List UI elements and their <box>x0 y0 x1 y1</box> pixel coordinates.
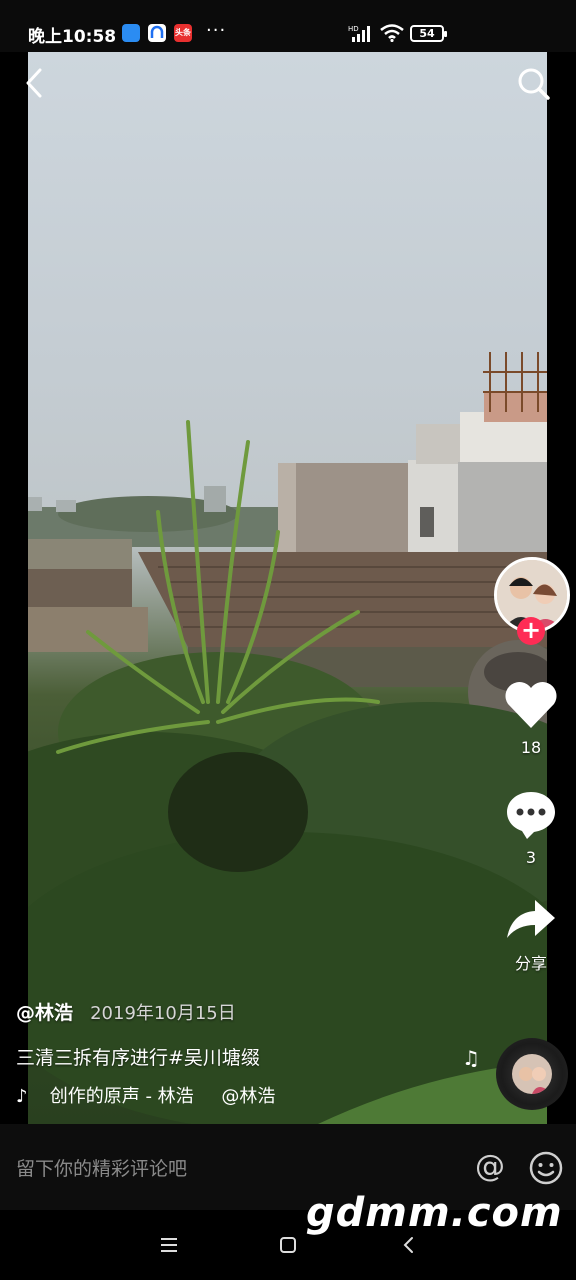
hd-label: HD <box>348 25 359 33</box>
emoji-button[interactable] <box>528 1150 564 1186</box>
mention-button[interactable]: @ <box>472 1150 508 1186</box>
app-browser-icon <box>148 24 166 42</box>
music-mention: @林浩 <box>221 1086 276 1107</box>
wifi-icon <box>380 24 404 46</box>
like-button[interactable]: 18 <box>498 680 564 757</box>
status-bar: 晚上10:58 头条 ··· HD 54 <box>0 0 576 52</box>
search-icon <box>518 68 550 100</box>
toutiao-icon: 头条 <box>174 24 192 42</box>
video-description: 三清三拆有序进行#吴川塘缀 <box>16 1047 260 1069</box>
floating-note-icon: ♫ <box>462 1046 480 1070</box>
comment-input[interactable]: 留下你的精彩评论吧 <box>16 1154 187 1181</box>
signal-icon: HD <box>348 24 374 46</box>
comment-icon <box>507 792 555 839</box>
emoji-icon <box>529 1151 563 1185</box>
music-title: 创作的原声 - 林浩 <box>49 1086 194 1107</box>
share-button[interactable]: 分享 <box>498 896 564 974</box>
music-cover-icon <box>512 1054 552 1094</box>
music-disc[interactable] <box>496 1038 568 1110</box>
like-count: 18 <box>520 738 542 757</box>
video-player[interactable] <box>28 52 547 1124</box>
music-note-icon: ♪ <box>16 1086 28 1107</box>
back-button[interactable] <box>20 66 52 100</box>
comment-button[interactable]: 3 <box>498 788 564 867</box>
app-blue-icon <box>122 24 140 42</box>
author-name[interactable]: @林浩 <box>16 1002 73 1024</box>
video-scene <box>28 352 547 1124</box>
chevron-left-icon <box>26 68 42 98</box>
music-info[interactable]: ♪ 创作的原声 - 林浩 @林浩 <box>16 1082 296 1112</box>
battery-indicator: 54 <box>410 25 447 42</box>
share-label: 分享 <box>514 954 547 973</box>
search-button[interactable] <box>516 66 552 102</box>
comment-count: 3 <box>525 848 537 867</box>
home-icon <box>280 1237 296 1253</box>
heart-icon <box>505 681 557 728</box>
more-notifications: ··· <box>206 20 227 41</box>
home-button[interactable] <box>273 1230 303 1260</box>
follow-button[interactable]: + <box>517 617 545 645</box>
menu-icon <box>161 1238 177 1252</box>
video-caption: @林浩 2019年10月15日 三清三拆有序进行#吴川塘缀 <box>16 998 486 1070</box>
post-date: 2019年10月15日 <box>90 1003 236 1024</box>
site-watermark: gdmm.com <box>306 1190 563 1236</box>
menu-button[interactable] <box>154 1230 184 1260</box>
status-time: 晚上10:58 <box>28 27 117 47</box>
share-icon <box>507 900 555 938</box>
